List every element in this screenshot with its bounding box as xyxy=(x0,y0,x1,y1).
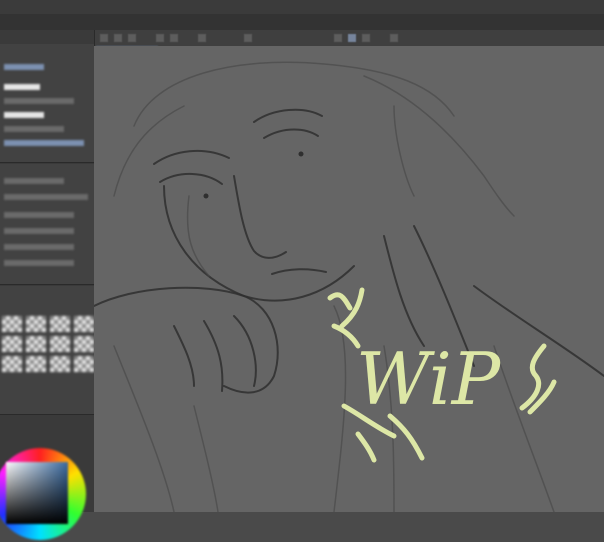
color-wheel-palette xyxy=(0,442,94,542)
jacket-line xyxy=(493,345,555,512)
clear-icon[interactable] xyxy=(198,34,206,42)
wip-label: WiP xyxy=(356,337,502,421)
sleeve-line xyxy=(193,405,219,512)
mole xyxy=(298,151,304,157)
sub-tool-palette xyxy=(0,44,94,163)
redo-icon[interactable] xyxy=(170,34,178,42)
brush-size-swatch[interactable] xyxy=(50,356,70,372)
view-icon[interactable] xyxy=(390,34,398,42)
property-row[interactable] xyxy=(4,228,74,234)
command-bar xyxy=(94,30,604,47)
brush-size-swatch[interactable] xyxy=(74,356,94,372)
sub-tool-item[interactable] xyxy=(4,112,44,118)
drawing-canvas[interactable]: WiP xyxy=(94,46,604,512)
sub-tool-item[interactable] xyxy=(4,84,40,90)
sub-tool-tab[interactable] xyxy=(4,64,44,70)
hair-strand xyxy=(113,105,185,197)
snap-icon[interactable] xyxy=(334,34,342,42)
snap-grid-icon[interactable] xyxy=(362,34,370,42)
snap-ruler-icon[interactable] xyxy=(348,34,356,42)
eyebrow-left xyxy=(153,149,230,165)
brush-size-swatch[interactable] xyxy=(2,316,22,332)
hair-strand xyxy=(393,105,415,197)
brush-size-swatch[interactable] xyxy=(74,316,94,332)
eye-left xyxy=(159,172,223,185)
open-icon[interactable] xyxy=(114,34,122,42)
sub-tool-item-selected[interactable] xyxy=(4,140,84,146)
nose xyxy=(233,175,287,259)
finger-line xyxy=(203,320,224,392)
sub-tool-item[interactable] xyxy=(4,126,64,132)
eyebrow-right xyxy=(253,108,323,123)
finger-line xyxy=(173,325,195,387)
sketch-artwork: WiP xyxy=(94,61,604,512)
jaw-line xyxy=(163,185,355,302)
transform-icon[interactable] xyxy=(244,34,252,42)
brush-size-grid xyxy=(2,316,94,372)
hair-strand xyxy=(363,75,515,217)
sub-tool-item[interactable] xyxy=(4,98,74,104)
menu-bar xyxy=(0,14,604,30)
brush-size-slider[interactable] xyxy=(4,194,88,200)
brush-size-swatch[interactable] xyxy=(26,316,46,332)
eye-right xyxy=(263,128,319,139)
cheek-line xyxy=(186,195,210,277)
brush-size-swatch[interactable] xyxy=(26,356,46,372)
property-row[interactable] xyxy=(4,178,64,184)
sleeve-line xyxy=(113,345,175,512)
brush-size-swatch[interactable] xyxy=(50,316,70,332)
brush-size-swatch[interactable] xyxy=(2,336,22,352)
tool-property-palette xyxy=(0,164,94,285)
neck-line xyxy=(383,235,425,347)
mole xyxy=(203,193,209,199)
brush-size-swatch[interactable] xyxy=(26,336,46,352)
brush-size-swatch[interactable] xyxy=(74,336,94,352)
property-row[interactable] xyxy=(4,260,74,266)
finger-line xyxy=(233,315,257,387)
undo-icon[interactable] xyxy=(156,34,164,42)
property-row[interactable] xyxy=(4,212,74,218)
new-icon[interactable] xyxy=(100,34,108,42)
save-icon[interactable] xyxy=(128,34,136,42)
shirt-line xyxy=(333,305,347,512)
left-palette-dock xyxy=(0,30,95,540)
property-row[interactable] xyxy=(4,244,74,250)
hair-outline xyxy=(133,61,455,127)
wip-bracket-right xyxy=(519,343,557,415)
saturation-value-square[interactable] xyxy=(6,462,68,524)
mouth xyxy=(271,268,327,275)
brush-size-swatch[interactable] xyxy=(2,356,22,372)
brush-size-swatch[interactable] xyxy=(50,336,70,352)
title-bar xyxy=(0,0,604,14)
